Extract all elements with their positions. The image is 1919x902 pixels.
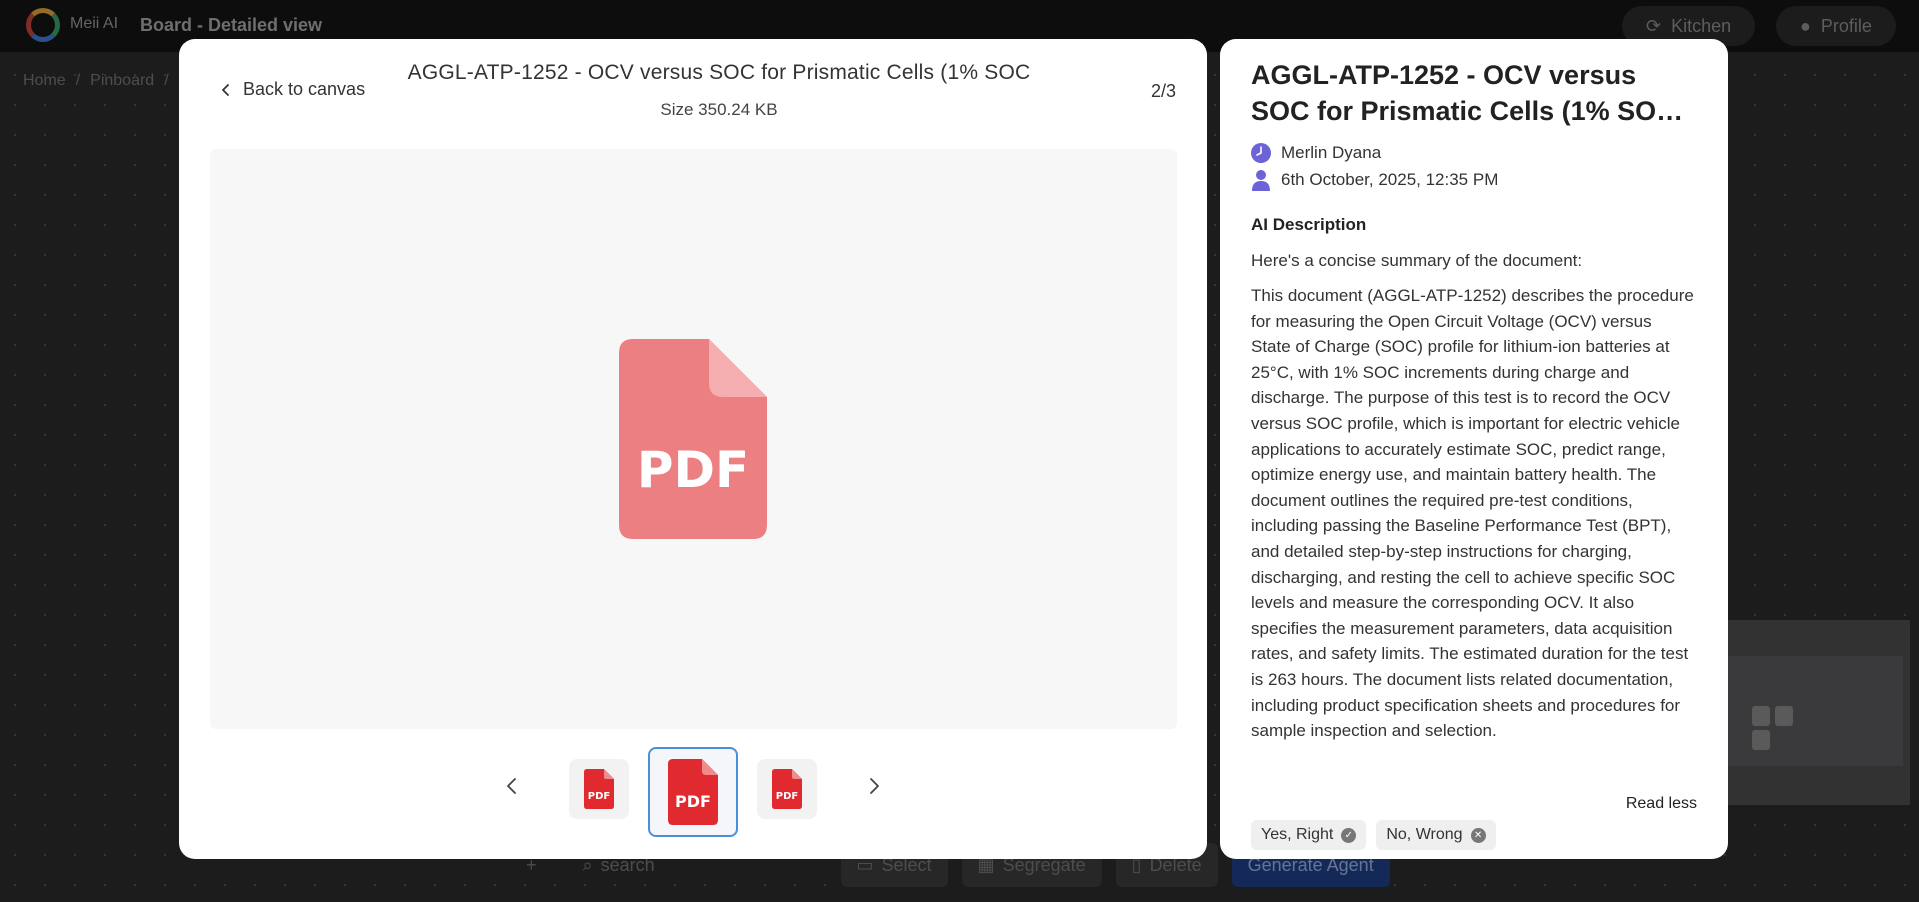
page-indicator: 2/3 bbox=[1150, 81, 1176, 101]
document-size: Size 350.24 KB bbox=[660, 100, 778, 119]
clock-icon bbox=[1251, 143, 1271, 163]
pdf-thumb-icon: PDF bbox=[772, 769, 802, 809]
svg-text:PDF: PDF bbox=[776, 791, 798, 802]
close-icon: ✕ bbox=[1470, 827, 1486, 843]
created-date: 6th October, 2025, 12:35 PM bbox=[1281, 170, 1499, 189]
svg-text:PDF: PDF bbox=[637, 441, 749, 499]
svg-text:PDF: PDF bbox=[675, 792, 711, 811]
document-viewer: Back to canvas AGGL-ATP-1252 - OCV versu… bbox=[179, 39, 1207, 859]
previous-button[interactable] bbox=[497, 771, 527, 801]
thumbnail-1[interactable]: PDF bbox=[569, 759, 629, 819]
check-icon: ✓ bbox=[1341, 827, 1357, 843]
chevron-left-icon bbox=[507, 778, 516, 794]
pdf-file-icon: PDF bbox=[619, 339, 767, 539]
owner-name: Merlin Dyana bbox=[1281, 143, 1382, 162]
owner-row: Merlin Dyana bbox=[1251, 143, 1381, 163]
details-title: AGGL-ATP-1252 - OCV versus SOC for Prism… bbox=[1251, 60, 1676, 126]
chevron-right-icon bbox=[870, 778, 879, 794]
svg-text:PDF: PDF bbox=[588, 791, 610, 802]
document-preview: PDF bbox=[210, 149, 1177, 729]
feedback-tags: Yes, Right ✓ No, Wrong ✕ bbox=[1251, 820, 1496, 850]
user-icon bbox=[1252, 170, 1270, 191]
chevron-left-icon bbox=[222, 83, 229, 96]
summary-intro: Here's a concise summary of the document… bbox=[1251, 251, 1583, 270]
pdf-thumb-icon: PDF bbox=[584, 769, 614, 809]
ai-description-heading: AI Description bbox=[1251, 215, 1367, 234]
ai-summary-text: This document (AGGL-ATP-1252) describes … bbox=[1251, 286, 1694, 741]
read-less-link[interactable]: Read less bbox=[1626, 795, 1697, 813]
thumbnail-strip: PDF PDF PDF bbox=[179, 743, 1207, 843]
thumbnail-2[interactable]: PDF bbox=[648, 747, 738, 837]
date-row: 6th October, 2025, 12:35 PM bbox=[1251, 169, 1498, 191]
next-button[interactable] bbox=[859, 771, 889, 801]
thumbnail-3[interactable]: PDF bbox=[757, 759, 817, 819]
pdf-thumb-icon: PDF bbox=[668, 759, 718, 825]
tag-yes-right[interactable]: Yes, Right ✓ bbox=[1251, 820, 1367, 850]
tag-no-wrong[interactable]: No, Wrong ✕ bbox=[1376, 820, 1496, 850]
document-title: AGGL-ATP-1252 - OCV versus SOC for Prism… bbox=[407, 61, 1031, 84]
details-panel: AGGL-ATP-1252 - OCV versus SOC for Prism… bbox=[1220, 39, 1728, 859]
